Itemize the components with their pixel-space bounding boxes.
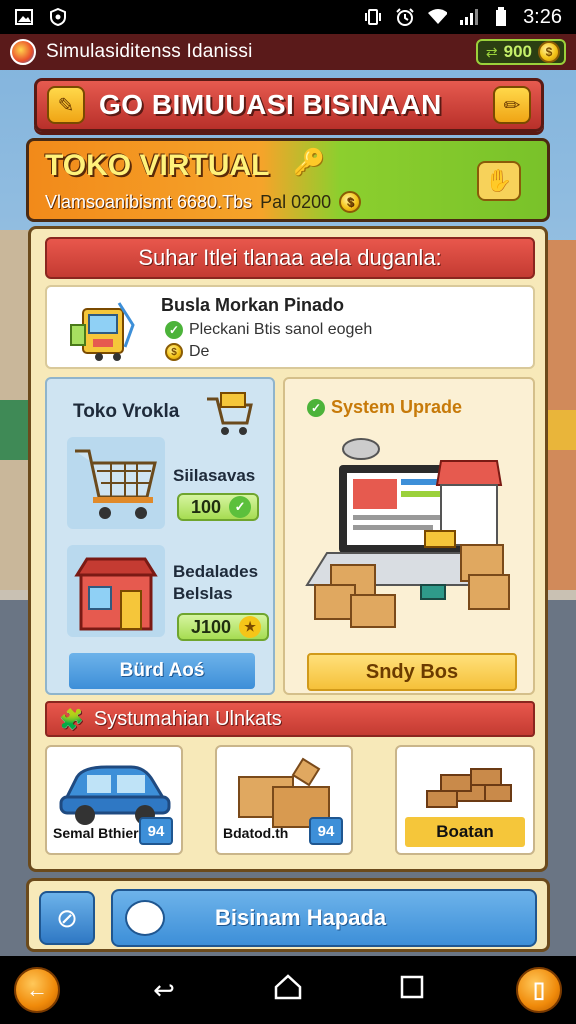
back-arrow-button[interactable]: ← bbox=[14, 967, 60, 1013]
mission-requirement: Pleckani Btis sanol eogeh bbox=[189, 321, 373, 338]
back-button[interactable]: ✎ bbox=[47, 86, 85, 124]
shop-panel: Toko Vrokla Siilasavas 100 ✓ Bedalades B… bbox=[45, 377, 275, 695]
wifi-icon bbox=[427, 7, 448, 27]
puzzle-icon: 🧩 bbox=[59, 708, 84, 731]
item-price: 100 bbox=[191, 496, 222, 517]
nav-home-button[interactable] bbox=[268, 973, 308, 1007]
shop-building-image[interactable] bbox=[67, 545, 165, 637]
shield-icon bbox=[48, 7, 68, 27]
store-machine-icon bbox=[70, 302, 135, 361]
item-price-button[interactable]: 100 ✓ bbox=[177, 493, 260, 521]
item-name: Bedalades Belslas bbox=[173, 562, 259, 603]
back-arrow-icon: ← bbox=[26, 977, 48, 1002]
app-logo-icon bbox=[10, 39, 36, 65]
exchange-icon: ⇄ bbox=[485, 43, 498, 60]
slash-icon: ⊘ bbox=[56, 902, 78, 933]
store-name: TOKO VIRTUAL bbox=[45, 149, 270, 182]
clock: 3:26 bbox=[523, 5, 562, 28]
card-label: Semal Bthiern bbox=[53, 825, 148, 841]
system-card-boxes[interactable]: Bdatod.th 94 bbox=[215, 745, 353, 855]
item-name: Siilasavas bbox=[173, 466, 256, 485]
leaf-icon: ✓ bbox=[307, 398, 325, 417]
cart-icon bbox=[207, 392, 253, 435]
store-header: TOKO VIRTUAL 🔑 Vlamsoanibismt 6680.Tbs P… bbox=[26, 138, 550, 222]
mission-card[interactable]: Busla Morkan Pinado ✓ Pleckani Btis sano… bbox=[45, 285, 535, 369]
shop-buy-button[interactable]: Bürd Aoś bbox=[69, 653, 255, 689]
keys-icon: 🔑 bbox=[293, 147, 326, 177]
recents-icon bbox=[400, 975, 424, 998]
system-card-car[interactable]: Semal Bthiern 94 bbox=[45, 745, 183, 855]
edit-button[interactable]: ✏ bbox=[493, 86, 531, 124]
game-banner: ✎ GO BIMUUASI BISINAAN ✏ bbox=[34, 78, 544, 132]
app-title-bar: Simulasiditenss Idanissi ⇄ 900 $ bbox=[0, 34, 576, 70]
vibrate-icon bbox=[363, 7, 383, 27]
main-action-button[interactable]: Bisinam Hapada bbox=[111, 889, 537, 947]
undo-icon: ↩ bbox=[153, 974, 175, 1005]
system-card-wood[interactable]: Boatan bbox=[395, 745, 535, 855]
pencil-icon: ✏ bbox=[503, 94, 521, 117]
coin-icon: $ bbox=[165, 343, 183, 361]
status-bar: 3:26 bbox=[0, 0, 576, 34]
nav-back-button[interactable]: ↩ bbox=[144, 975, 184, 1006]
shop-title: Toko Vrokla bbox=[73, 401, 180, 422]
wood-planks-icon bbox=[426, 768, 512, 808]
mission-reward: De bbox=[189, 343, 210, 360]
main-action-label: Bisinam Hapada bbox=[215, 905, 387, 930]
hand-button[interactable]: ✋ bbox=[477, 161, 521, 201]
mission-title: Busla Morkan Pinado bbox=[161, 295, 345, 315]
image-icon bbox=[14, 7, 34, 27]
system-header: 🧩 Systumahian Ulnkats bbox=[45, 701, 535, 737]
check-icon: ✓ bbox=[165, 321, 183, 339]
upgrade-panel: ✓ System Uprade Sndy Bos bbox=[283, 377, 535, 695]
count-badge: 94 bbox=[139, 817, 173, 845]
card-label: Bdatod.th bbox=[223, 825, 289, 841]
store-balance: Pal 0200 bbox=[260, 191, 332, 212]
system-title: Systumahian Ulnkats bbox=[93, 707, 282, 730]
star-icon: ★ bbox=[239, 616, 262, 638]
alarm-icon bbox=[395, 7, 415, 27]
count-badge: 94 bbox=[309, 817, 343, 845]
menu-button[interactable]: ▯ bbox=[516, 967, 562, 1013]
home-icon bbox=[274, 973, 302, 999]
banner-title: GO BIMUUASI BISINAAN bbox=[99, 89, 442, 120]
item-price-button[interactable]: J100 ★ bbox=[177, 613, 270, 641]
hand-coin-icon: ✋ bbox=[485, 168, 513, 193]
system-nav-bar: ← ↩ ▯ bbox=[0, 956, 576, 1024]
shopping-cart-image[interactable] bbox=[67, 437, 165, 529]
chat-bubble-icon bbox=[125, 900, 165, 936]
bottom-action-bar: ⊘ Bisinam Hapada bbox=[26, 878, 550, 952]
buy-icon: ✓ bbox=[229, 496, 252, 518]
app-title: Simulasiditenss Idanissi bbox=[46, 41, 253, 62]
nav-recents-button[interactable] bbox=[392, 975, 432, 1006]
main-panel: Suhar Itlei tlanaa aela duganla: Busla M… bbox=[28, 226, 548, 872]
signal-icon bbox=[459, 7, 479, 27]
card-label: Boatan bbox=[405, 817, 525, 847]
laptop-store-illustration bbox=[305, 438, 510, 628]
upgrade-button[interactable]: Sndy Bos bbox=[307, 653, 517, 691]
coin-icon: $ bbox=[339, 191, 362, 213]
item-price: J100 bbox=[191, 616, 232, 637]
no-service-button[interactable]: ⊘ bbox=[39, 891, 95, 945]
document-icon: ▯ bbox=[532, 977, 546, 1002]
coin-icon: $ bbox=[538, 41, 560, 63]
store-subtitle: Vlamsoanibismt 6680.Tbs bbox=[45, 191, 253, 212]
lightbulb-icon: ✎ bbox=[57, 94, 75, 117]
coin-balance[interactable]: ⇄ 900 $ bbox=[475, 39, 566, 65]
mission-header: Suhar Itlei tlanaa aela duganla: bbox=[45, 237, 535, 279]
coin-amount: 900 bbox=[503, 42, 532, 61]
battery-icon bbox=[491, 7, 511, 27]
upgrade-title: System Uprade bbox=[331, 397, 463, 417]
